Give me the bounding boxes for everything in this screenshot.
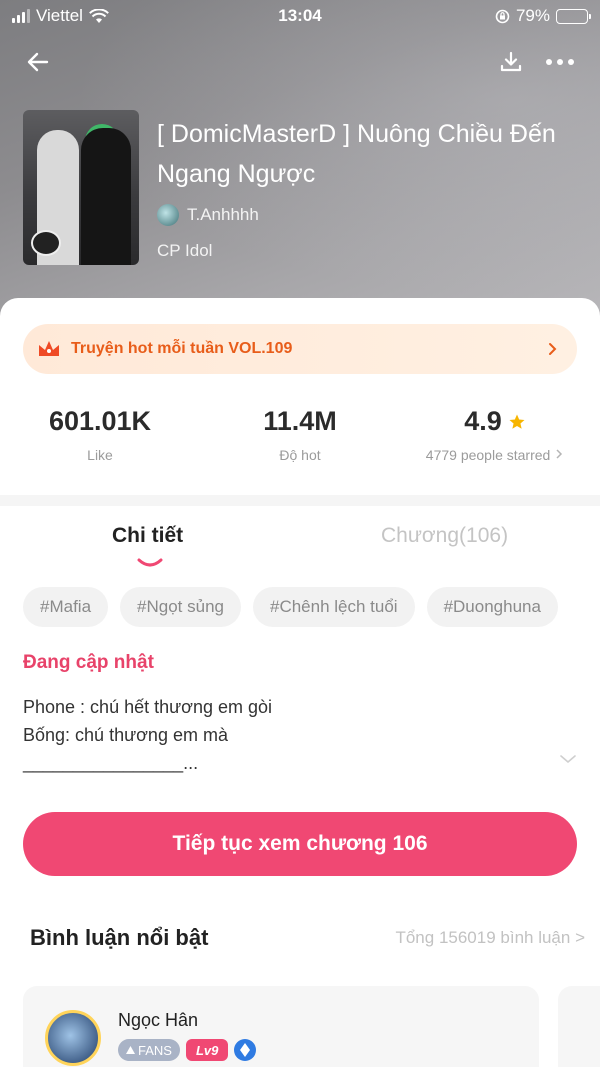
download-icon [500, 51, 522, 72]
tab-details[interactable]: Chi tiết [112, 524, 183, 548]
commenter-badges: FANS Lv9 [118, 1039, 257, 1061]
section-divider [0, 494, 600, 506]
tab-chapters[interactable]: Chương(106) [381, 524, 508, 548]
more-button[interactable] [542, 44, 578, 80]
tab-active-indicator [137, 558, 163, 567]
fans-badge: FANS [118, 1039, 180, 1061]
stat-hot: 11.4M Độ hot [220, 406, 380, 463]
tag-chip[interactable]: #Duonghuna [426, 587, 558, 627]
chat-bubble-icon [31, 230, 61, 256]
diamond-badge-icon [234, 1039, 257, 1061]
description-line: Bống: chú thương em mà [23, 725, 228, 745]
likes-value: 601.01K [48, 406, 152, 436]
more-dots-icon [546, 59, 574, 65]
hot-label: Độ hot [279, 447, 321, 463]
summary-card: Truyện hot mỗi tuần VOL.109 601.01K Like… [0, 298, 600, 495]
rating-row: 4.9 [410, 406, 580, 437]
chevron-down-icon[interactable] [558, 752, 578, 766]
arrow-left-icon [27, 52, 49, 72]
tag-chip[interactable]: #Chênh lệch tuổi [252, 587, 415, 627]
hot-value: 11.4M [263, 406, 337, 436]
description-line: ________________... [23, 753, 199, 773]
top-nav [0, 38, 600, 84]
author-row[interactable]: T.Anhhhh [157, 204, 259, 226]
author-avatar [157, 204, 179, 226]
stat-rating[interactable]: 4.9 4779 people starred [410, 406, 580, 463]
level-badge: Lv9 [185, 1039, 229, 1061]
likes-label: Like [87, 447, 113, 463]
crown-icon [39, 341, 59, 356]
update-status: Đang cập nhật [23, 652, 154, 673]
rating-value: 4.9 [464, 406, 502, 436]
hot-banner-label: Truyện hot mỗi tuần VOL.109 [71, 340, 293, 357]
status-bar: Viettel 13:04 79% [0, 0, 600, 32]
rating-label-row: 4779 people starred [410, 447, 580, 463]
tag-chip[interactable]: #Mafia [23, 587, 109, 627]
chevron-right-icon [549, 343, 557, 355]
comment-card-next[interactable] [558, 986, 600, 1067]
detail-tabs: Chi tiết Chương(106) [0, 512, 600, 572]
commenter-name: Ngọc Hân [118, 1010, 199, 1030]
commenter-avatar[interactable] [45, 1010, 101, 1066]
continue-reading-button[interactable]: Tiếp tục xem chương 106 [23, 812, 577, 876]
tag-chip[interactable]: #Ngọt sủng [120, 587, 241, 627]
description-line: Phone : chú hết thương em gòi [23, 697, 273, 717]
back-button[interactable] [20, 44, 56, 80]
rating-label: 4779 people starred [425, 447, 551, 463]
description-text: Phone : chú hết thương em gòi Bống: chú … [23, 693, 543, 777]
cover-figure-right [81, 128, 131, 265]
hot-weekly-banner[interactable]: Truyện hot mỗi tuần VOL.109 [23, 324, 577, 374]
battery-icon [556, 8, 591, 24]
comments-total-link[interactable]: Tổng 156019 bình luận > [395, 928, 585, 948]
battery-percent: 79% [515, 6, 550, 25]
comment-card[interactable]: Ngọc Hân FANS Lv9 [23, 986, 539, 1067]
orientation-lock-icon [495, 9, 510, 23]
download-button[interactable] [493, 44, 529, 80]
comments-title: Bình luận nổi bật [30, 925, 209, 950]
stats-row: 601.01K Like 11.4M Độ hot 4.9 4779 peopl… [0, 406, 600, 476]
book-category[interactable]: CP Idol [157, 241, 212, 261]
book-title: [ DomicMasterD ] Nuông Chiều Đến Ngang N… [157, 120, 556, 188]
status-right: 79% [495, 6, 591, 26]
triangle-icon [126, 1046, 135, 1054]
star-icon [509, 414, 525, 429]
stat-likes: 601.01K Like [20, 406, 180, 463]
fans-badge-label: FANS [138, 1042, 172, 1058]
tag-list: #Mafia #Ngọt sủng #Chênh lệch tuổi #Duon… [23, 587, 577, 627]
chevron-right-small-icon [556, 449, 563, 459]
author-name: T.Anhhhh [187, 205, 259, 224]
book-cover[interactable] [23, 110, 139, 265]
